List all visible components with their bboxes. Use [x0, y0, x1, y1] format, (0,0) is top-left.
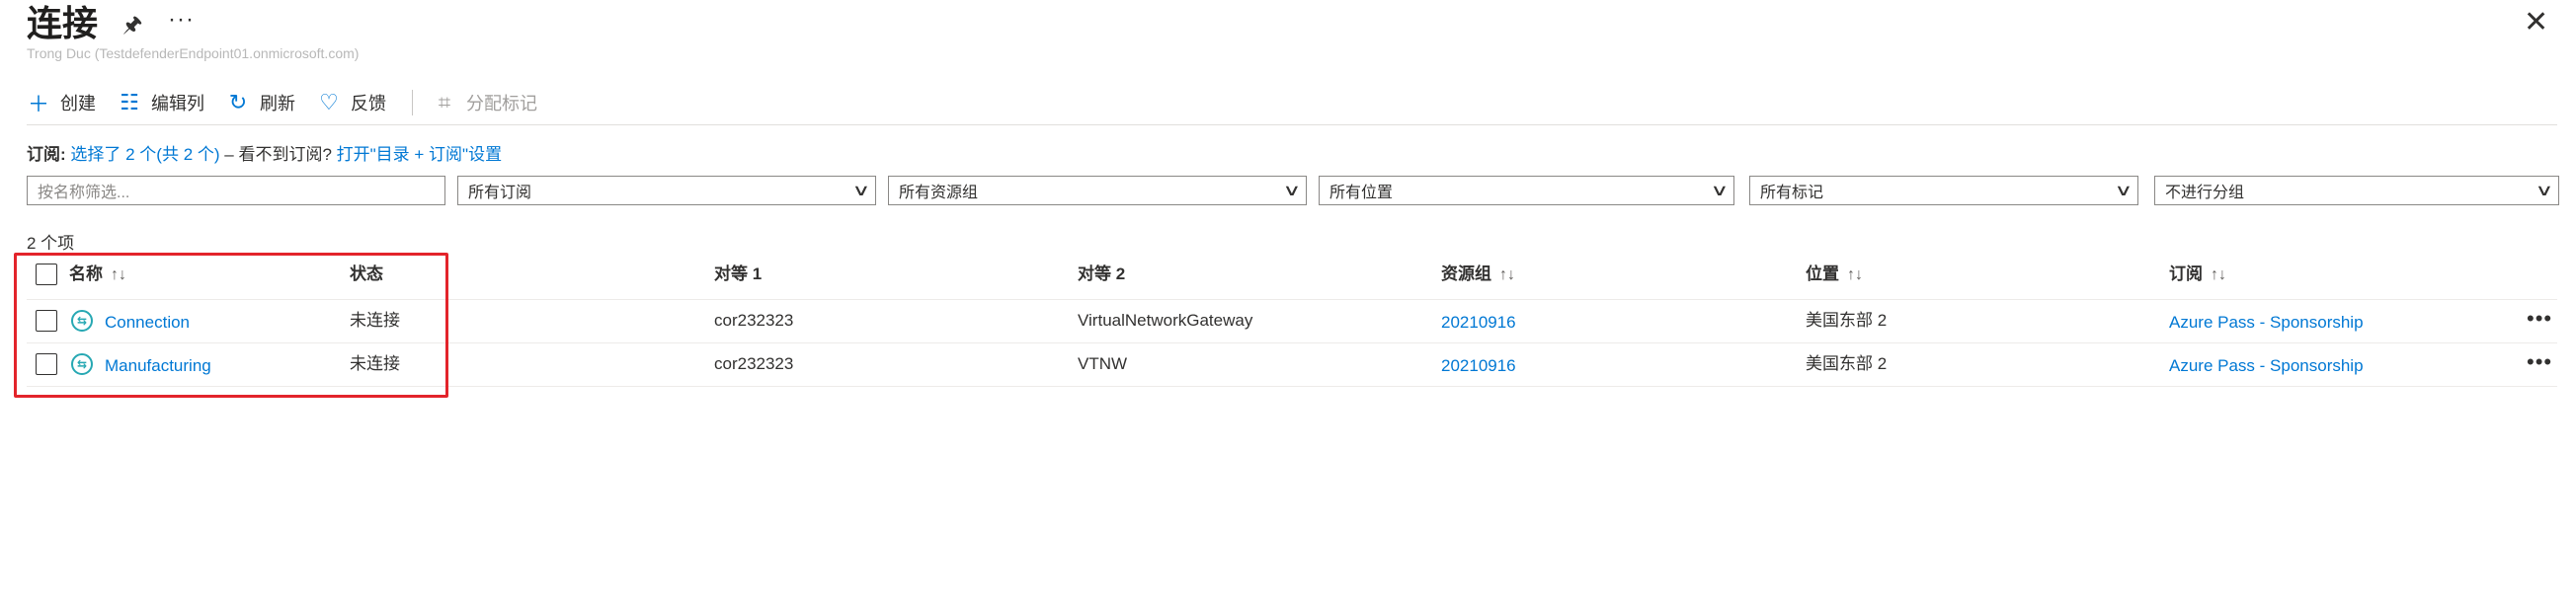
item-count: 2 个项 [27, 234, 75, 253]
location-filter-value: 所有位置 [1329, 185, 1394, 201]
grouping-select-value: 不进行分组 [2165, 185, 2245, 201]
refresh-label: 刷新 [260, 94, 295, 113]
row-peer1: cor232323 [714, 354, 794, 373]
subscription-label: 订阅: [27, 145, 66, 164]
chevron-down-icon: ∨ [851, 183, 871, 199]
resource-group-filter-value: 所有资源组 [899, 185, 979, 201]
row-peer1: cor232323 [714, 311, 794, 330]
feedback-button[interactable]: ♡ 反馈 [317, 90, 386, 115]
close-icon[interactable]: ✕ [2524, 8, 2548, 38]
chevron-down-icon: ∨ [1282, 183, 1302, 199]
create-button[interactable]: ＋ 创建 [27, 87, 96, 118]
row-resource-group-link[interactable]: 20210916 [1441, 309, 1516, 337]
pin-icon[interactable]: 🖈 [122, 8, 142, 45]
assign-tags-button[interactable]: ⌗ 分配标记 [433, 90, 537, 115]
column-header-location[interactable]: 位置 ↑↓ [1806, 261, 1863, 289]
toolbar-divider [412, 90, 413, 115]
column-header-resource-group[interactable]: 资源组 ↑↓ [1441, 261, 1515, 289]
more-icon[interactable]: ··· [168, 6, 195, 34]
row-peer2: VTNW [1078, 354, 1128, 373]
tag-icon: ⌗ [438, 90, 451, 114]
sort-icon: ↑↓ [2211, 266, 2226, 283]
highlight-box [14, 253, 448, 398]
row-subscription-link[interactable]: Azure Pass - Sponsorship [2169, 352, 2364, 380]
column-header-location-label: 位置 [1806, 264, 1839, 283]
edit-columns-button[interactable]: ☷ 编辑列 [118, 90, 204, 115]
page-subtitle: Trong Duc (TestdefenderEndpoint01.onmicr… [27, 45, 360, 61]
toolbar-divider-line [27, 124, 2557, 125]
location-filter[interactable]: 所有位置 ∨ [1319, 176, 1734, 205]
sort-icon: ↑↓ [1499, 266, 1515, 283]
grouping-select[interactable]: 不进行分组 ∨ [2154, 176, 2559, 205]
column-header-resource-group-label: 资源组 [1441, 264, 1491, 283]
feedback-label: 反馈 [351, 94, 386, 113]
create-label: 创建 [60, 94, 96, 113]
refresh-button[interactable]: ↻ 刷新 [226, 90, 295, 115]
tags-filter-value: 所有标记 [1760, 185, 1824, 201]
subscription-filter-value: 所有订阅 [468, 185, 532, 201]
directory-settings-link[interactable]: 打开"目录 + 订阅"设置 [337, 145, 502, 164]
row-more-icon[interactable]: ••• [2527, 306, 2552, 332]
columns-icon: ☷ [120, 90, 139, 114]
subscription-filter[interactable]: 所有订阅 ∨ [457, 176, 876, 205]
row-peer2: VirtualNetworkGateway [1078, 311, 1253, 330]
row-more-icon[interactable]: ••• [2527, 349, 2552, 375]
resource-group-filter[interactable]: 所有资源组 ∨ [888, 176, 1307, 205]
subscription-info: 订阅: 选择了 2 个(共 2 个) – 看不到订阅? 打开"目录 + 订阅"设… [27, 140, 502, 165]
assign-tags-label: 分配标记 [466, 94, 537, 113]
row-resource-group-link[interactable]: 20210916 [1441, 352, 1516, 380]
command-bar: ＋ 创建 ☷ 编辑列 ↻ 刷新 ♡ 反馈 ⌗ 分配标记 [27, 83, 559, 122]
chevron-down-icon: ∨ [1710, 183, 1730, 199]
column-header-subscription[interactable]: 订阅 ↑↓ [2169, 261, 2226, 289]
subscription-missing-text: – 看不到订阅? [224, 145, 332, 164]
sort-icon: ↑↓ [1847, 266, 1863, 283]
page-title: 连接 [27, 3, 99, 43]
name-filter-placeholder: 按名称筛选... [38, 185, 130, 201]
edit-columns-label: 编辑列 [151, 94, 204, 113]
column-header-peer2[interactable]: 对等 2 [1078, 261, 1125, 288]
chevron-down-icon: ∨ [2114, 183, 2133, 199]
refresh-icon: ↻ [228, 90, 248, 114]
row-subscription-link[interactable]: Azure Pass - Sponsorship [2169, 309, 2364, 337]
heart-icon: ♡ [319, 90, 339, 114]
chevron-down-icon: ∨ [2535, 183, 2554, 199]
column-header-peer1[interactable]: 对等 1 [714, 261, 762, 288]
plus-icon: ＋ [27, 92, 49, 116]
column-header-subscription-label: 订阅 [2169, 264, 2203, 283]
row-location: 美国东部 2 [1806, 354, 1888, 373]
name-filter-input[interactable]: 按名称筛选... [27, 176, 445, 205]
row-location: 美国东部 2 [1806, 311, 1888, 330]
tags-filter[interactable]: 所有标记 ∨ [1749, 176, 2138, 205]
subscription-selected-link[interactable]: 选择了 2 个(共 2 个) [70, 145, 219, 164]
